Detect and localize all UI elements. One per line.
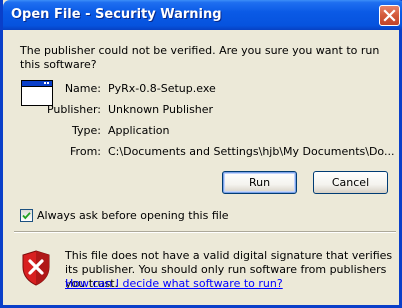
dialog-content: The publisher could not be verified. Are… — [6, 30, 402, 305]
run-button[interactable]: Run — [222, 171, 297, 194]
checkmark-icon — [22, 212, 31, 220]
always-ask-checkbox[interactable] — [20, 209, 33, 222]
security-warning-dialog: Open File - Security Warning The publish… — [0, 0, 402, 308]
title-bar[interactable]: Open File - Security Warning — [3, 0, 402, 30]
detail-value: Application — [108, 124, 170, 137]
detail-value: C:\Documents and Settings\hjb\My Documen… — [108, 145, 395, 158]
window-title: Open File - Security Warning — [11, 7, 222, 22]
detail-label: Name: — [64, 82, 101, 95]
security-shield-icon — [22, 250, 50, 286]
detail-label: Publisher: — [46, 103, 101, 116]
verification-question: The publisher could not be verified. Are… — [20, 44, 380, 71]
help-link[interactable]: How can I decide what software to run? — [65, 277, 283, 291]
close-icon — [383, 9, 396, 22]
detail-value: PyRx-0.8-Setup.exe — [108, 82, 216, 95]
always-ask-label[interactable]: Always ask before opening this file — [37, 209, 229, 222]
detail-label: From: — [70, 145, 101, 158]
detail-value: Unknown Publisher — [108, 103, 214, 116]
detail-label: Type: — [72, 124, 101, 137]
cancel-button[interactable]: Cancel — [313, 171, 388, 194]
separator — [14, 231, 396, 233]
close-button[interactable] — [379, 5, 400, 26]
